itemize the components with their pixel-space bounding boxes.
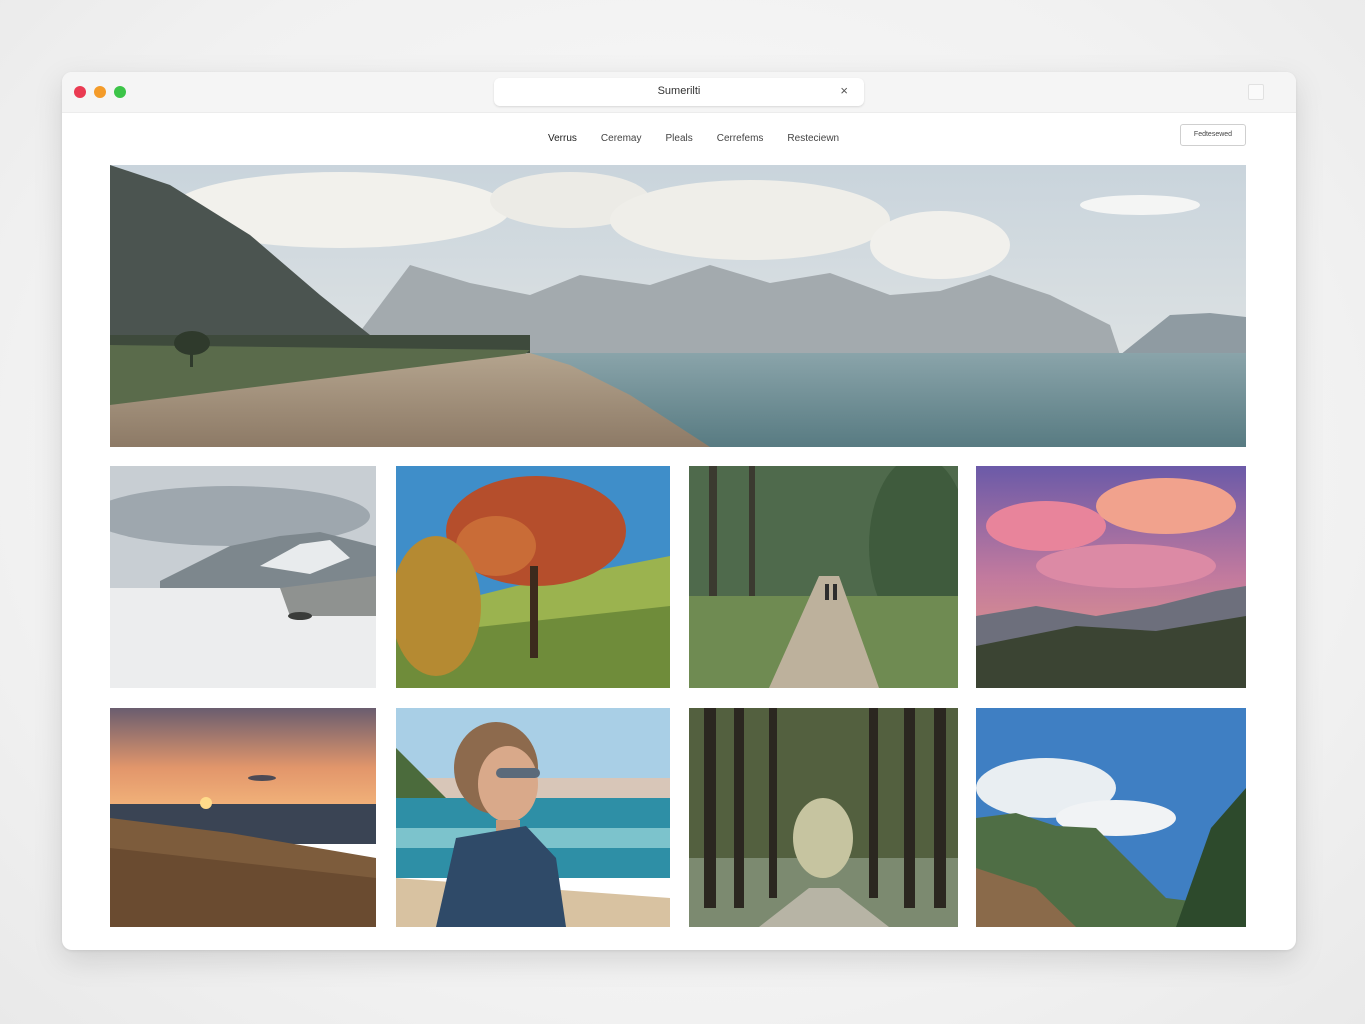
photo-pine-forest-road[interactable] [689,708,958,927]
nav-item-4[interactable]: Cerrefems [717,133,764,144]
photo-snowy-mountain[interactable] [110,466,376,688]
photo-forest-path[interactable] [689,466,958,688]
top-navigation: Verrus Ceremay Pleals Cerrefems Restecie… [62,124,1296,150]
photo-autumn-tree[interactable] [396,466,670,688]
tab-title: Sumerilti [657,85,701,97]
close-icon[interactable]: × [840,83,848,98]
nav-item-3[interactable]: Pleals [665,133,692,144]
close-window-button[interactable] [74,86,86,98]
nav-item-1[interactable]: Verrus [548,133,577,144]
nav-item-2[interactable]: Ceremay [601,133,642,144]
minimize-window-button[interactable] [94,86,106,98]
maximize-window-button[interactable] [114,86,126,98]
nav-item-5[interactable]: Resteciewn [787,133,839,144]
window-menu-icon[interactable] [1248,84,1264,100]
nav-action-button[interactable]: Fedtesewed [1180,124,1246,146]
photo-pink-sunset-mountains[interactable] [976,466,1246,688]
title-bar: Sumerilti × [62,72,1296,113]
photo-woman-beach[interactable] [396,708,670,927]
browser-window: Sumerilti × Verrus Ceremay Pleals Cerref… [62,72,1296,950]
browser-tab[interactable]: Sumerilti × [494,78,864,106]
photo-mountain-valley[interactable] [976,708,1246,927]
hero-photo-mountain-lake[interactable] [110,165,1246,447]
photo-sunset-sea[interactable] [110,708,376,927]
